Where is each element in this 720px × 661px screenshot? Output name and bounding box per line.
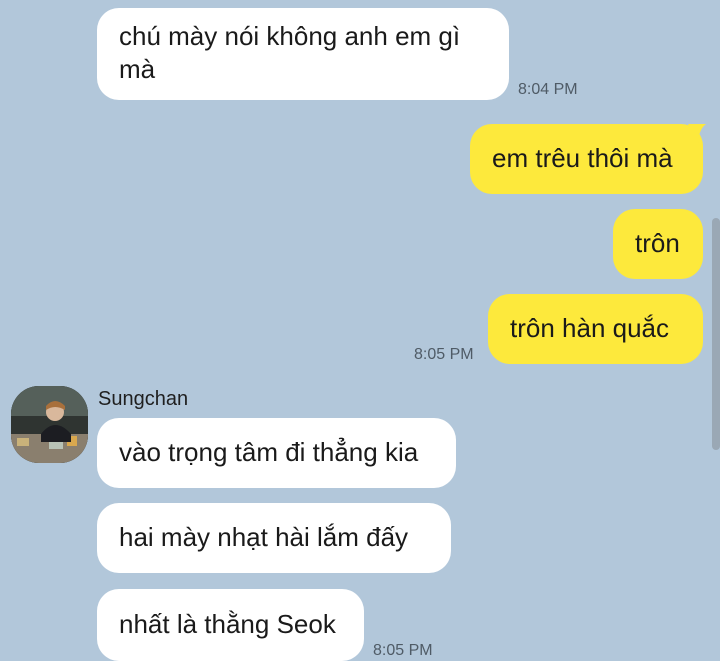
message-text: vào trọng tâm đi thẳng kia: [119, 437, 419, 467]
message-timestamp: 8:05 PM: [414, 346, 474, 363]
message-text: chú mày nói không anh em gì mà: [119, 21, 461, 84]
message-text: trôn hàn quắc: [510, 313, 670, 343]
outgoing-message-bubble[interactable]: em trêu thôi mà: [470, 124, 703, 194]
message-text: hai mày nhạt hài lắm đấy: [119, 522, 409, 552]
sender-name: Sungchan: [98, 388, 189, 410]
message-timestamp: 8:04 PM: [518, 81, 578, 98]
message-text: trôn: [635, 228, 680, 258]
chat-scrollbar[interactable]: [712, 218, 720, 450]
message-text: em trêu thôi mà: [492, 143, 673, 173]
bubble-tail-icon: [688, 124, 706, 146]
outgoing-message-bubble[interactable]: trôn hàn quắc: [488, 294, 703, 364]
avatar-photo-icon: [11, 386, 88, 463]
outgoing-message-bubble[interactable]: trôn: [613, 209, 703, 279]
contact-avatar[interactable]: [11, 386, 88, 463]
incoming-message-bubble[interactable]: hai mày nhạt hài lắm đấy: [97, 503, 451, 573]
incoming-message-bubble[interactable]: chú mày nói không anh em gì mà: [97, 8, 509, 100]
incoming-message-bubble[interactable]: nhất là thằng Seok: [97, 589, 364, 661]
message-timestamp: 8:05 PM: [373, 642, 433, 659]
message-text: nhất là thằng Seok: [119, 609, 336, 639]
incoming-message-bubble[interactable]: vào trọng tâm đi thẳng kia: [97, 418, 456, 488]
